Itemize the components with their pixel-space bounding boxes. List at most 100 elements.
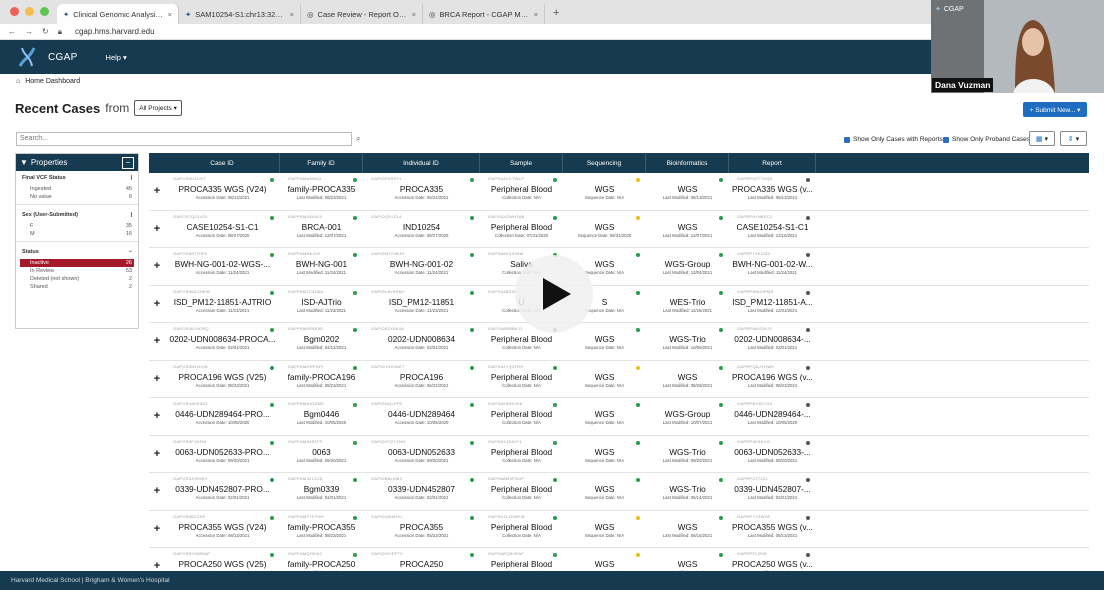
report-value[interactable]: BWH-NG-001-02-W...: [732, 259, 812, 269]
facet-item[interactable]: Deleted (not shown) 2: [16, 275, 138, 283]
reports-filter[interactable]: Show Only Cases with Reports: [844, 136, 943, 143]
accession-id: GAPCR6BZZ5S: [173, 513, 206, 519]
expand-row-button[interactable]: +: [149, 511, 165, 548]
column-header[interactable]: Individual ID: [363, 153, 480, 173]
report-value[interactable]: PROCA250 WGS (v...: [732, 559, 813, 569]
new-tab-button[interactable]: +: [545, 7, 567, 24]
case-value[interactable]: PROCA196 WGS (V25): [178, 372, 266, 382]
close-tab-icon[interactable]: ×: [412, 10, 416, 19]
facet-title[interactable]: Final VCF Status |: [16, 171, 138, 185]
date-label: Last Modified: 10/05/2021: [662, 345, 713, 351]
expand-row-button[interactable]: +: [149, 361, 165, 398]
search-icon[interactable]: ⌕: [356, 134, 360, 144]
expand-row-button[interactable]: +: [149, 473, 165, 510]
table-row[interactable]: + GAPCR6U1CZT PROCA335 WGS (V24) Accession …: [149, 173, 1089, 211]
browser-tab-3[interactable]: ◎Case Review - Report Overview ×: [301, 4, 423, 24]
expand-row-button[interactable]: +: [149, 173, 165, 210]
facet-title[interactable]: Sex (User-Submitted) |: [16, 208, 138, 222]
case-value[interactable]: PROCA335 WGS (V24): [178, 184, 266, 194]
facet-item[interactable]: Shared 2: [16, 283, 138, 291]
expand-row-button[interactable]: +: [149, 248, 165, 285]
column-header[interactable]: Sequencing: [563, 153, 646, 173]
report-value[interactable]: 0339-UDN452807-...: [734, 484, 811, 494]
project-select[interactable]: All Projects ▾: [134, 100, 182, 116]
case-value[interactable]: CASE10254-S1-C1: [187, 222, 259, 232]
close-window-button[interactable]: [10, 7, 19, 16]
table-row[interactable]: + GAPCR4AKE86Z 0446-UDN289464-PRO... Access…: [149, 398, 1089, 436]
report-value[interactable]: PROCA196 WGS (v...: [732, 372, 813, 382]
close-tab-icon[interactable]: ×: [290, 10, 294, 19]
accession-id: GAPSAXZWHTAB: [488, 213, 525, 219]
column-header[interactable]: Case ID: [165, 153, 280, 173]
breadcrumb-home[interactable]: Home Dashboard: [25, 78, 80, 85]
table-row[interactable]: + GAPCR5MHJOI8 PROCA196 WGS (V25) Accession…: [149, 361, 1089, 398]
minimize-window-button[interactable]: [25, 7, 34, 16]
table-row[interactable]: + GAPCR7QJ1XOI CASE10254-S1-C1 Accession Da…: [149, 211, 1089, 248]
expand-row-button[interactable]: +: [149, 211, 165, 248]
home-icon[interactable]: ⌂: [16, 78, 20, 85]
ind-value: BWH-NG-001-02: [389, 259, 454, 270]
url-field[interactable]: cgap.hms.harvard.edu: [75, 27, 155, 36]
cgap-logo-icon[interactable]: [14, 44, 40, 70]
facet-item[interactable]: In Review 53: [16, 267, 138, 275]
facet-item[interactable]: No value 6: [16, 193, 138, 201]
report-value[interactable]: 0446-UDN289464-...: [734, 409, 811, 419]
table-row[interactable]: + GAPCR6BZZ5S PROCA355 WGS (V24) Accession …: [149, 511, 1089, 548]
column-header[interactable]: Report: [729, 153, 816, 173]
expand-row-button[interactable]: +: [149, 398, 165, 435]
checkbox-checked-icon[interactable]: [844, 136, 850, 143]
report-value[interactable]: PROCA355 WGS (v...: [732, 522, 813, 532]
forward-icon[interactable]: →: [25, 27, 33, 36]
column-header[interactable]: Sample: [480, 153, 563, 173]
table-row[interactable]: + GAPCR4J0R9KV 0339-UDN452807-PRO... Access…: [149, 473, 1089, 511]
proband-filter[interactable]: Show Only Proband Cases: [943, 136, 1030, 143]
table-row[interactable]: + GAPCR5F16J94 0063-UDN052633-PRO... Access…: [149, 436, 1089, 473]
collapse-button[interactable]: −: [122, 156, 134, 169]
report-value[interactable]: 0202-UDN008634-...: [734, 334, 811, 344]
table-row[interactable]: + GAPCR4KJ9CRQ 0202-UDN008634-PROCA... Acce…: [149, 323, 1089, 361]
report-value[interactable]: ISD_PM12-11851-A...: [732, 297, 813, 307]
case-value[interactable]: PROCA250 WGS (V25): [178, 559, 266, 569]
report-value[interactable]: PROCA335 WGS (v...: [732, 184, 813, 194]
case-value[interactable]: 0446-UDN289464-PRO...: [175, 409, 270, 419]
accession-id: GAPRP8NU5PMR: [737, 288, 774, 294]
browser-tab-1[interactable]: ✦Clinical Genomic Analysis Platf ×: [57, 4, 179, 24]
submit-new-button[interactable]: + Submit New... ▾: [1023, 102, 1087, 117]
expand-row-button[interactable]: +: [149, 286, 165, 323]
case-value[interactable]: 0063-UDN052633-PRO...: [175, 447, 270, 457]
maximize-window-button[interactable]: [40, 7, 49, 16]
close-tab-icon[interactable]: ×: [534, 10, 538, 19]
sort-icon: ⇕: [1067, 135, 1074, 143]
facet-item-selected[interactable]: Inactive 26: [20, 259, 134, 267]
case-value[interactable]: 0339-UDN452807-PRO...: [175, 484, 270, 494]
sort-button[interactable]: ⇕ ▾: [1060, 131, 1087, 146]
back-icon[interactable]: ←: [8, 27, 16, 36]
facet-title[interactable]: Status −: [16, 245, 138, 259]
case-value[interactable]: BWH-NG-001-02-WGS-...: [175, 259, 270, 269]
report-value[interactable]: 0063-UDN052633-...: [734, 447, 811, 457]
case-value[interactable]: ISD_PM12-11851-AJTRIO: [174, 297, 272, 307]
browser-tab-4[interactable]: ◎BRCA Report - CGAP Mockup ×: [423, 4, 545, 24]
facet-item[interactable]: M 16: [16, 230, 138, 238]
table-row[interactable]: + GAPCR8S77IRG BWH-NG-001-02-WGS-... Access…: [149, 248, 1089, 286]
columns-button[interactable]: ▦ ▾: [1029, 131, 1055, 146]
column-header[interactable]: Family ID: [280, 153, 363, 173]
reload-icon[interactable]: ↻: [42, 27, 49, 36]
brand-name[interactable]: CGAP: [48, 52, 78, 63]
close-tab-icon[interactable]: ×: [168, 10, 172, 19]
search-input[interactable]: Search...: [16, 132, 352, 146]
help-menu[interactable]: Help ▾: [106, 53, 127, 62]
column-header[interactable]: Bioinformatics: [646, 153, 729, 173]
browser-tab-2[interactable]: ✦SAM10254-S1:chr13:32316529 ×: [179, 4, 301, 24]
case-value[interactable]: 0202-UDN008634-PROCA...: [169, 334, 275, 344]
status-dot: [636, 553, 640, 557]
case-value[interactable]: PROCA355 WGS (V24): [178, 522, 266, 532]
checkbox-checked-icon[interactable]: [943, 136, 949, 143]
table-row[interactable]: + GAPCR9ML2HKW ISD_PM12-11851-AJTRIO Access…: [149, 286, 1089, 323]
facet-item[interactable]: Ingested 45: [16, 185, 138, 193]
facet-item[interactable]: F 35: [16, 222, 138, 230]
report-value[interactable]: CASE10254-S1-C1: [737, 222, 809, 232]
expand-row-button[interactable]: +: [149, 436, 165, 473]
expand-row-button[interactable]: +: [149, 323, 165, 360]
video-play-button[interactable]: [515, 255, 593, 333]
